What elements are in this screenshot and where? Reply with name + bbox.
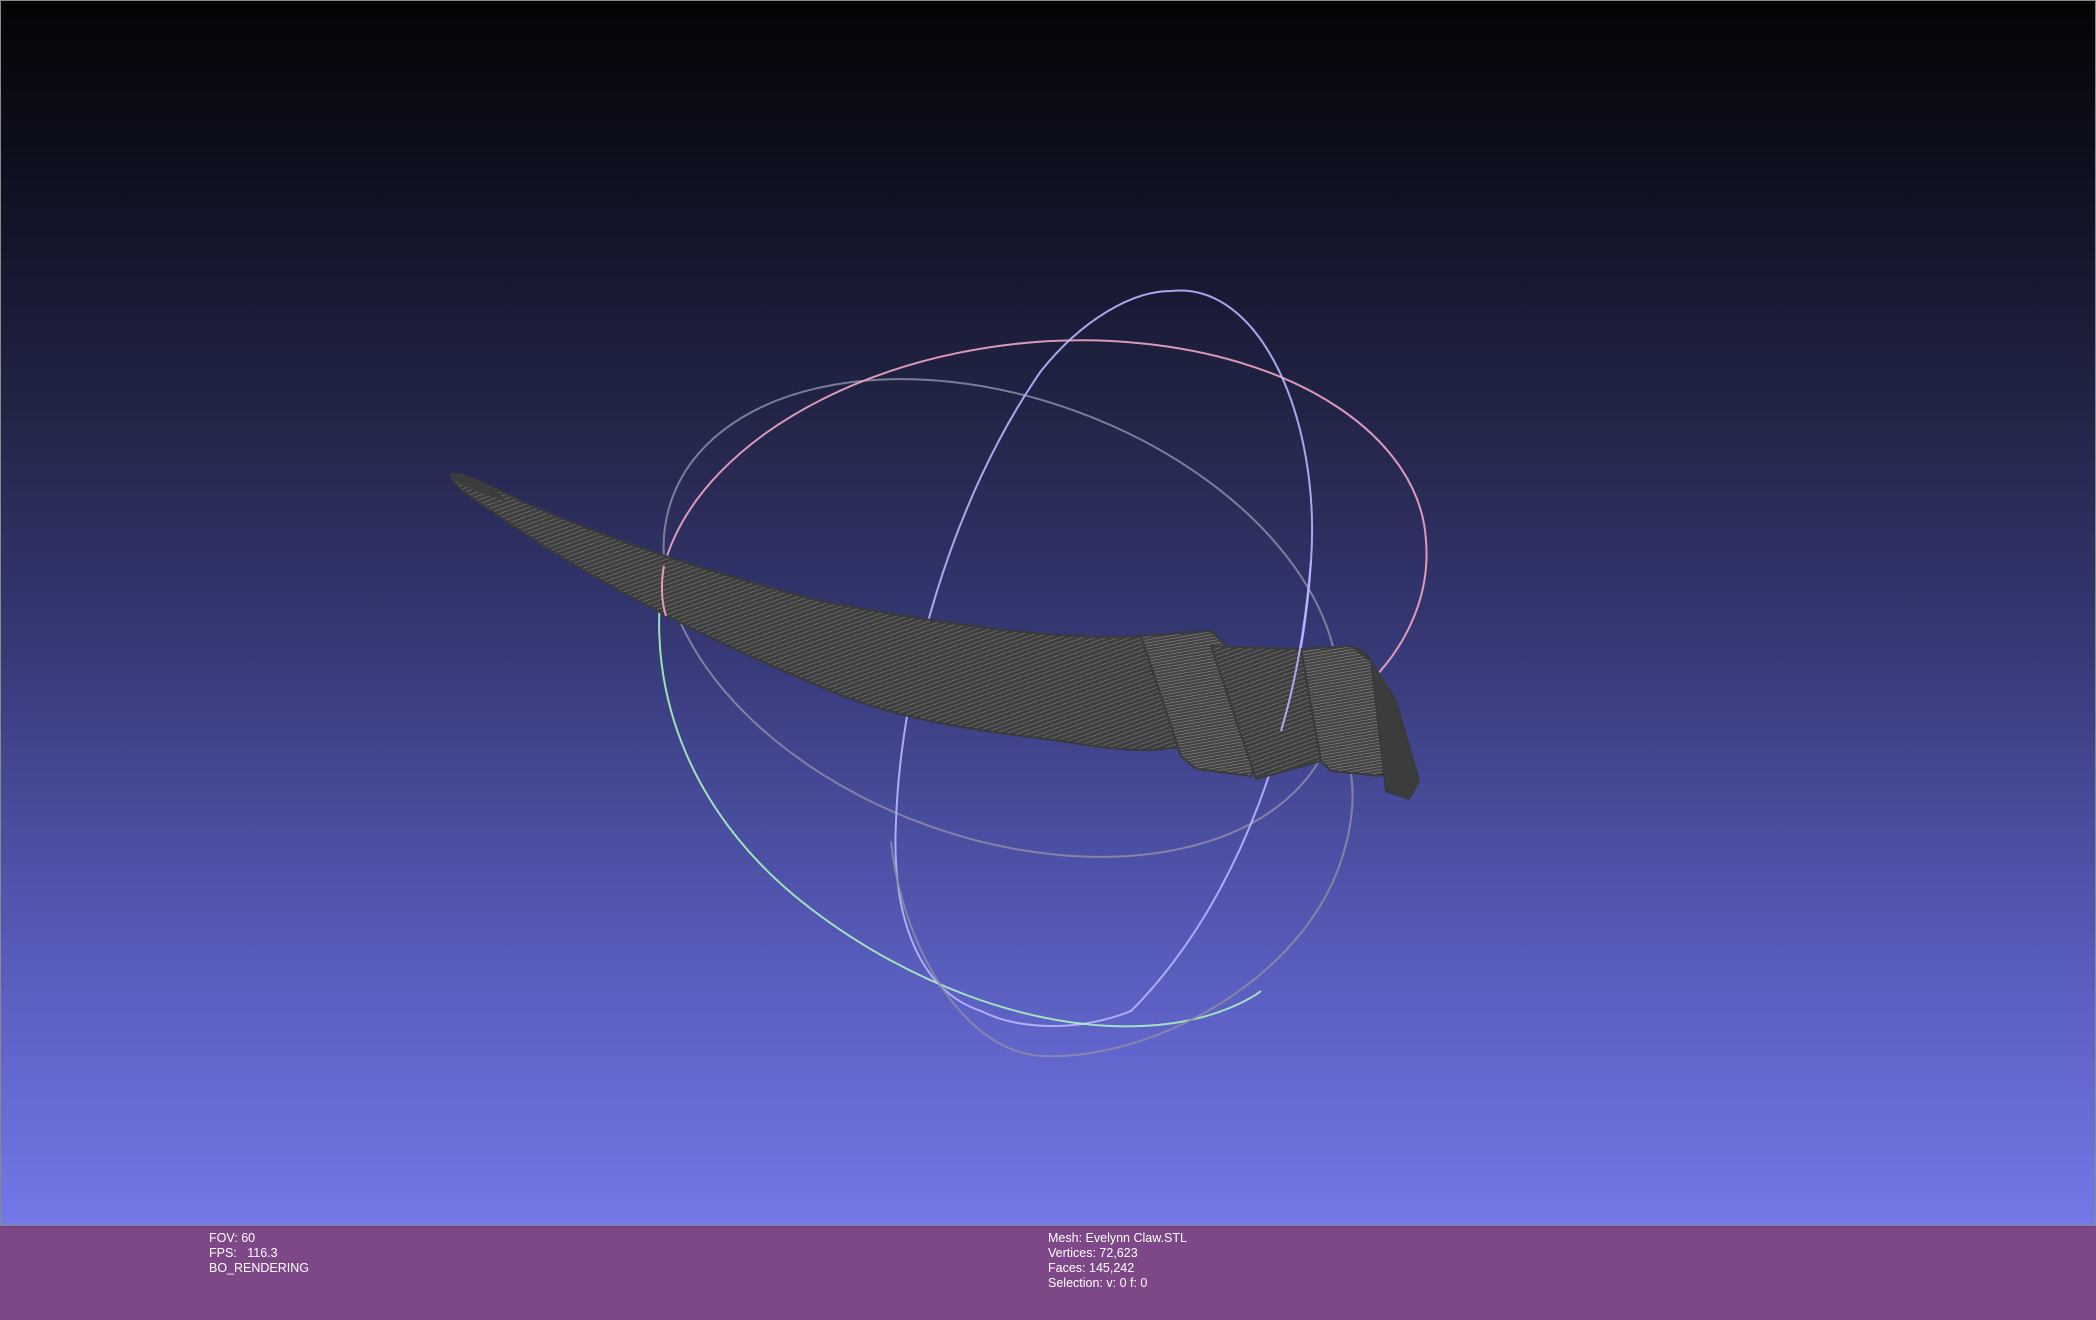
vertices-value: 72,623: [1099, 1246, 1138, 1260]
info-right-panel: Mesh: Evelynn Claw.STL Vertices: 72,623 …: [1048, 1231, 1187, 1291]
faces-label: Faces:: [1048, 1261, 1086, 1275]
fps-readout: FPS: 116.3: [209, 1246, 309, 1261]
status-info-bar: FOV: 60 FPS: 116.3 BO_RENDERING Mesh: Ev…: [0, 1226, 2096, 1320]
mesh-label: Mesh:: [1048, 1231, 1083, 1245]
fov-readout: FOV: 60: [209, 1231, 309, 1246]
fps-value: 116.3: [247, 1246, 278, 1260]
mesh-name: Evelynn Claw.STL: [1085, 1231, 1187, 1245]
vertices-label: Vertices:: [1048, 1246, 1096, 1260]
claw-mesh[interactable]: [449, 472, 1421, 801]
3d-viewport[interactable]: [0, 0, 2096, 1226]
claw-blade: [449, 474, 1233, 751]
faces-readout: Faces: 145,242: [1048, 1261, 1187, 1276]
scene-canvas[interactable]: [1, 1, 2096, 1227]
selection-readout: Selection: v: 0 f: 0: [1048, 1276, 1187, 1291]
trackball-ring-lower: [890, 740, 1354, 1058]
info-left-panel: FOV: 60 FPS: 116.3 BO_RENDERING: [209, 1231, 309, 1276]
mesh-readout: Mesh: Evelynn Claw.STL: [1048, 1231, 1187, 1246]
render-mode: BO_RENDERING: [209, 1261, 310, 1275]
fps-label: FPS:: [209, 1246, 237, 1260]
vertices-readout: Vertices: 72,623: [1048, 1246, 1187, 1261]
selection-label: Selection:: [1048, 1276, 1103, 1290]
fov-label: FOV:: [209, 1231, 238, 1245]
selection-value: v: 0 f: 0: [1106, 1276, 1148, 1290]
fov-value: 60: [241, 1231, 256, 1245]
faces-value: 145,242: [1089, 1261, 1135, 1275]
